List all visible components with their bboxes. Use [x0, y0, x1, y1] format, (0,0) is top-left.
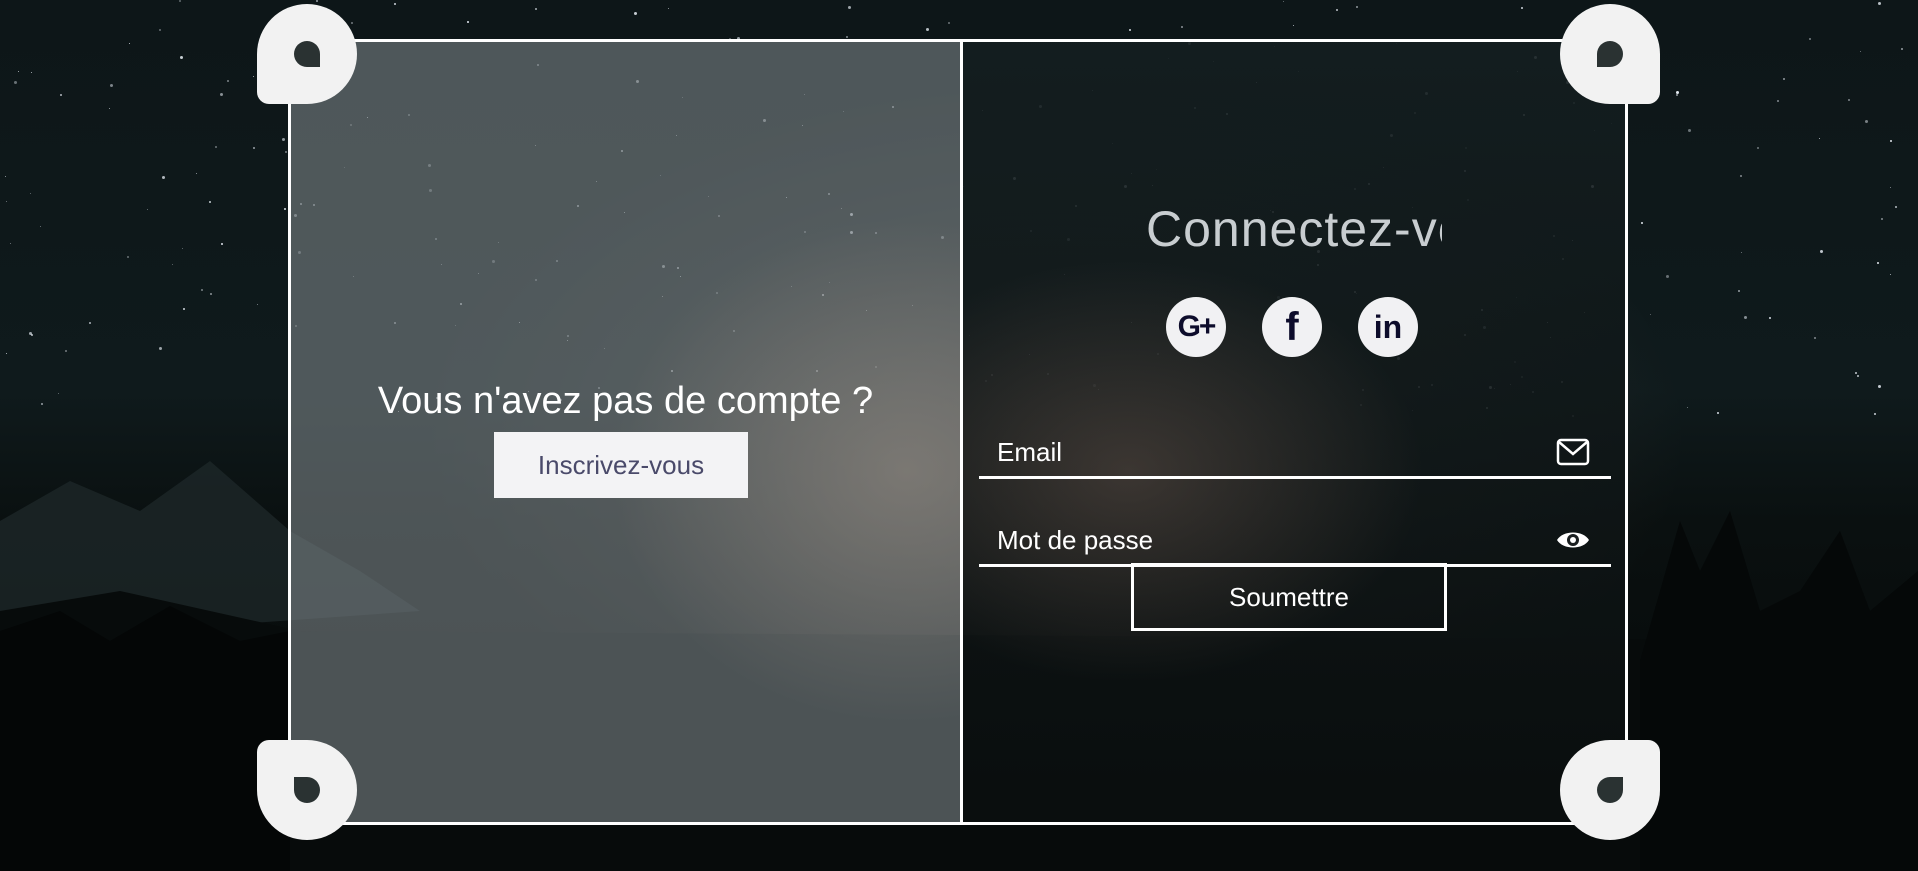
- signup-prompt: Vous n'avez pas de compte ?: [377, 380, 874, 422]
- corner-pin-top-right: [1560, 4, 1660, 104]
- corner-pin-top-left: [257, 4, 357, 104]
- google-plus-button[interactable]: G+: [1166, 297, 1226, 357]
- password-field: [979, 516, 1611, 567]
- social-login-group: G+ f in: [1166, 297, 1418, 357]
- submit-button[interactable]: Soumettre: [1131, 563, 1447, 631]
- login-panel: Connectez-vous G+ f in Soumettre: [963, 42, 1625, 822]
- email-field: [979, 428, 1611, 479]
- facebook-icon: f: [1285, 304, 1299, 349]
- password-input[interactable]: [979, 523, 1555, 557]
- eye-icon[interactable]: [1555, 522, 1591, 558]
- corner-pin-bottom-left: [257, 740, 357, 840]
- linkedin-icon: in: [1373, 308, 1403, 345]
- linkedin-button[interactable]: in: [1358, 297, 1418, 357]
- corner-pin-bottom-right: [1560, 740, 1660, 840]
- auth-card: Vous n'avez pas de compte ? Inscrivez-vo…: [288, 39, 1628, 825]
- envelope-icon: [1555, 434, 1591, 470]
- login-title: Connectez-vous: [1146, 201, 1442, 257]
- google-plus-icon: G+: [1177, 310, 1217, 343]
- facebook-button[interactable]: f: [1262, 297, 1322, 357]
- signup-panel: Vous n'avez pas de compte ? Inscrivez-vo…: [291, 42, 963, 822]
- email-input[interactable]: [979, 435, 1555, 469]
- signup-button[interactable]: Inscrivez-vous: [494, 432, 748, 498]
